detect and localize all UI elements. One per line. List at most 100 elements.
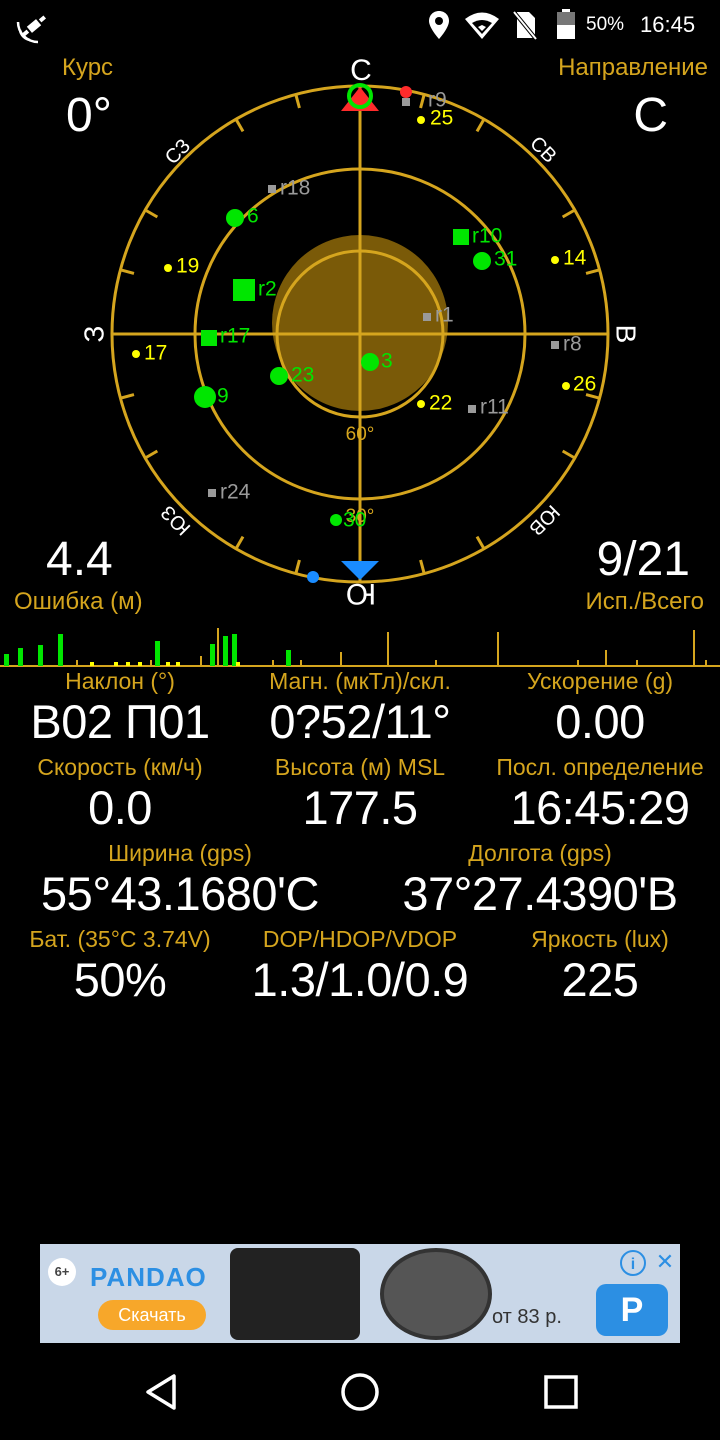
signal-bar [605, 650, 607, 666]
reading-7-value: 37°27.4390'В [402, 867, 678, 920]
reading-10-value: 225 [561, 953, 639, 1006]
compass-tick [294, 559, 301, 574]
signal-bar [210, 644, 215, 666]
satellite-r9-marker [402, 98, 410, 106]
location-icon [429, 11, 449, 39]
ad-banner[interactable]: 6+ PANDAO Скачать от 83 р. P i ✕ [40, 1244, 680, 1343]
satellite-26-marker [562, 382, 570, 390]
satellite-30-marker [330, 514, 342, 526]
reading-2-value: 0.00 [555, 695, 645, 748]
ad-close-icon[interactable]: ✕ [652, 1248, 678, 1276]
satellite-30-label: 30 [343, 509, 366, 532]
reading-10-label: Яркость (lux) [531, 926, 669, 952]
compass-tick [234, 118, 245, 133]
satellite-r17-label: r17 [220, 325, 250, 348]
ad-price: от 83 р. [492, 1306, 562, 1328]
battery-icon [557, 9, 575, 39]
satellite-radar[interactable]: С Ю З В СЗ СВ ЮЗ ЮВ 60° 30° r925r186r103… [0, 50, 720, 630]
satellite-r10-marker [453, 229, 469, 245]
back-icon[interactable] [144, 1373, 178, 1411]
signal-bar [435, 660, 437, 666]
signal-bar [387, 632, 389, 666]
signal-bar-dot [90, 662, 94, 666]
no-sim-icon [512, 10, 538, 40]
signal-bar [76, 660, 78, 666]
signal-bar [223, 636, 228, 666]
signal-bar-dot [236, 662, 240, 666]
satellite-14-label: 14 [563, 247, 587, 270]
satellite-19-label: 19 [176, 255, 199, 278]
signal-bar [232, 634, 237, 666]
satellite-17-marker [132, 350, 140, 358]
satellite-22-label: 22 [429, 392, 452, 415]
compass-tick [419, 559, 426, 574]
signal-bar [217, 628, 219, 666]
compass-tick [475, 535, 486, 550]
satellite-r8-label: r8 [563, 333, 582, 356]
ad-info-icon[interactable]: i [620, 1250, 646, 1276]
satellite-26-label: 26 [573, 373, 596, 396]
navigation-bar [0, 1345, 720, 1440]
northwest-label: СЗ [161, 135, 195, 169]
home-icon[interactable] [340, 1372, 380, 1412]
signal-bar [4, 654, 9, 666]
signal-bar [272, 660, 274, 666]
moon-marker-icon [307, 571, 319, 583]
signal-bar [340, 652, 342, 666]
satellite-r2-marker [233, 279, 255, 301]
signal-bar [636, 660, 638, 666]
signal-bar [18, 648, 23, 666]
satellite-14-marker [551, 256, 559, 264]
reading-2-label: Ускорение (g) [526, 668, 674, 694]
satellite-r24-label: r24 [220, 481, 251, 504]
satellite-r17-marker [201, 330, 217, 346]
satellite-25-label: 25 [430, 107, 453, 130]
signal-bar [693, 630, 695, 666]
north-label: С [350, 54, 372, 87]
ad-product-watch-image [380, 1248, 492, 1340]
compass-tick [294, 94, 301, 109]
reading-6-label: Ширина (gps) [108, 840, 252, 866]
reading-5-value: 16:45:29 [510, 781, 690, 834]
status-bar: 50% 16:45 [0, 0, 720, 50]
signal-bar-dot [126, 662, 130, 666]
signal-bar [497, 632, 499, 666]
satellite-31-label: 31 [494, 248, 517, 271]
satellite-9-label: 9 [217, 385, 229, 408]
west-label: З [79, 326, 110, 343]
satellite-r1-label: r1 [435, 304, 454, 327]
satellite-3-marker [361, 353, 379, 371]
satellite-r18-marker [268, 185, 276, 193]
compass-tick [120, 393, 135, 400]
satellite-19-marker [164, 264, 172, 272]
satellite-17-label: 17 [144, 342, 167, 365]
compass-tick [419, 94, 426, 109]
compass-tick [475, 118, 486, 133]
satellite-r11-marker [468, 405, 476, 413]
satellite-signal-icon [16, 15, 47, 44]
signal-bar [300, 660, 302, 666]
reading-6-value: 55°43.1680'С [41, 867, 319, 920]
satellite-23-label: 23 [291, 364, 314, 387]
satellite-r1-marker [423, 313, 431, 321]
ad-download-button[interactable]: Скачать [98, 1300, 206, 1330]
south-label: Ю [346, 577, 376, 610]
readings-grid: Наклон (°) В02 П01 Магн. (мкТл)/скл. 0?52/1… [0, 668, 720, 1018]
compass-tick [561, 208, 576, 219]
reading-7-label: Долгота (gps) [468, 840, 612, 866]
northeast-label: СВ [525, 132, 560, 167]
recents-icon[interactable] [543, 1374, 579, 1410]
satellite-r11-label: r11 [480, 396, 509, 419]
compass-tick [561, 449, 576, 460]
battery-percent: 50% [586, 14, 625, 35]
signal-bar-dot [114, 662, 118, 666]
satellite-31-marker [473, 252, 491, 270]
signal-strength-bars [0, 628, 720, 667]
southeast-label: ЮВ [524, 500, 563, 539]
signal-bar [58, 634, 63, 666]
satellite-r2-label: r2 [258, 278, 277, 301]
age-rating-badge: 6+ [48, 1258, 76, 1286]
signal-bar [286, 650, 291, 666]
signal-bar [705, 660, 707, 666]
signal-bar [200, 656, 202, 666]
